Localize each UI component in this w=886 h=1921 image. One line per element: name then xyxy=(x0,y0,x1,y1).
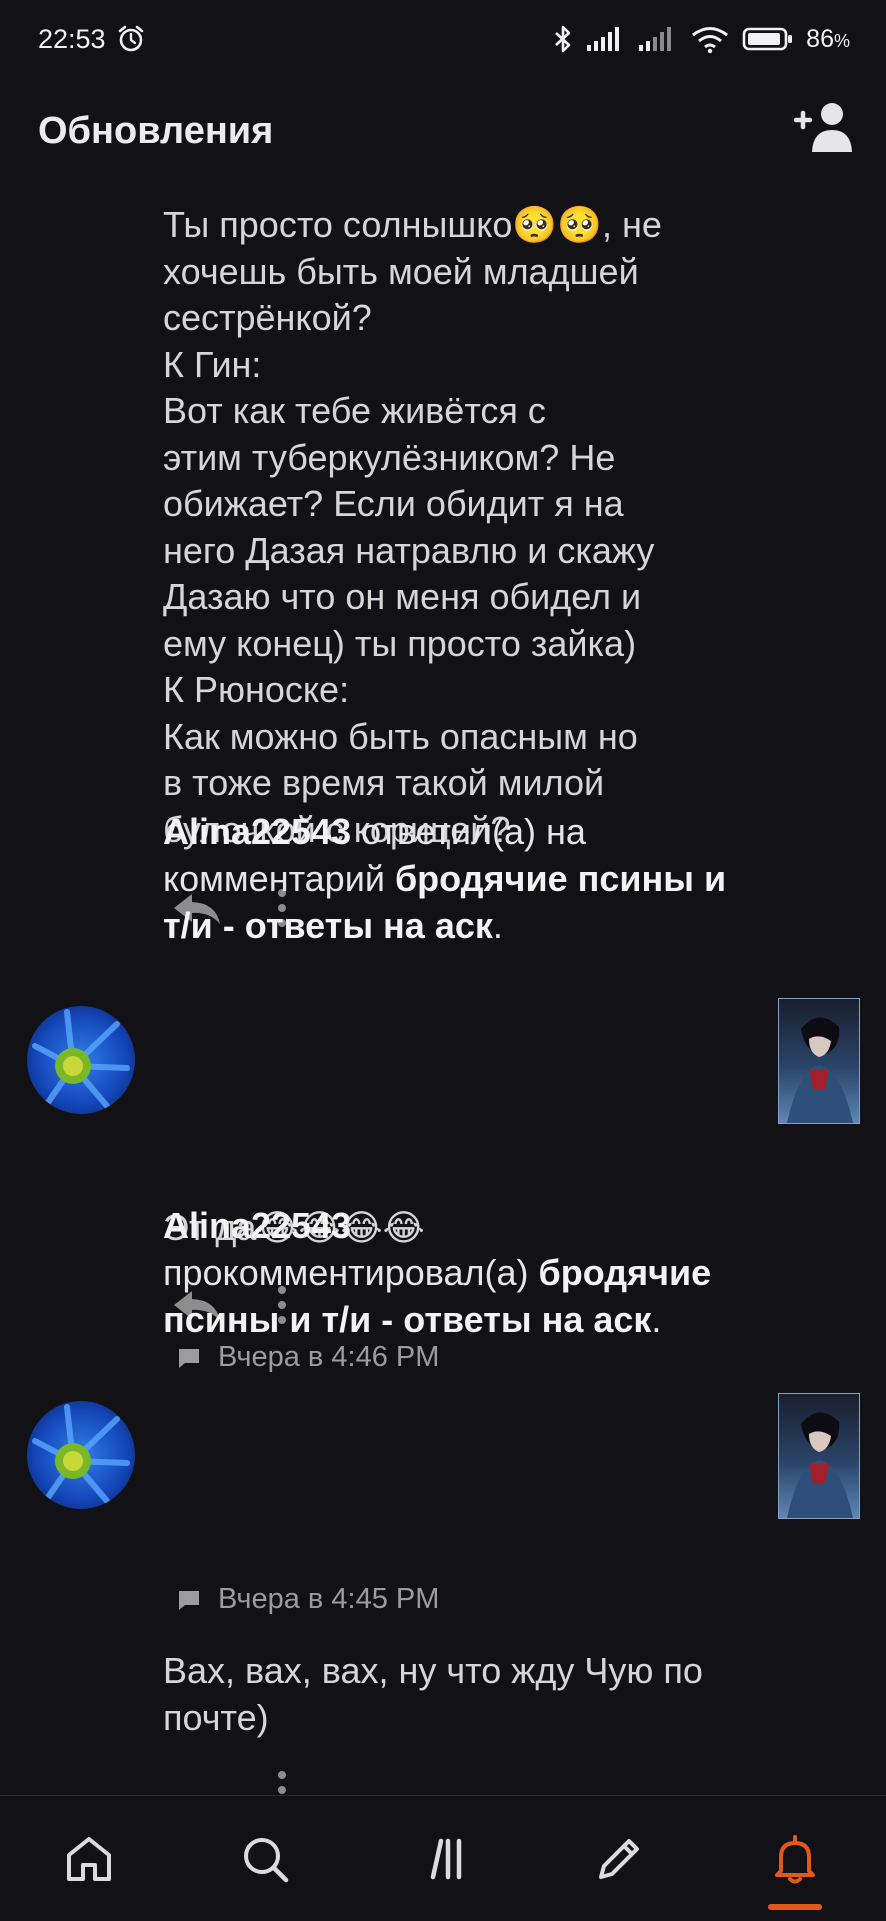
avatar[interactable] xyxy=(27,1006,135,1114)
story-thumbnail[interactable] xyxy=(778,998,860,1124)
nav-notifications[interactable] xyxy=(760,1824,830,1894)
nav-library[interactable] xyxy=(410,1824,480,1894)
timestamp: Вчера в 4:45 PM xyxy=(218,1583,440,1615)
comment-icon xyxy=(179,1348,199,1368)
nav-write[interactable] xyxy=(584,1824,654,1894)
library-icon xyxy=(430,1838,462,1880)
notification-action: прокомментировал(а) xyxy=(163,1252,539,1293)
more-options-icon[interactable] xyxy=(270,1768,294,1795)
page-title: Обновления xyxy=(38,110,274,152)
comment-text: Вах, вах, вах, ну что жду Чую по почте) xyxy=(163,1650,703,1738)
wifi-icon xyxy=(692,27,729,54)
comment-text: Ты просто солнышко🥺🥺, не хочешь быть мое… xyxy=(163,204,662,850)
active-tab-indicator xyxy=(768,1904,822,1910)
bluetooth-icon xyxy=(555,25,571,53)
notification-header[interactable]: Alina22543 прокомментировал(а) бродячие … xyxy=(163,1202,763,1343)
home-icon xyxy=(67,1837,111,1881)
signal-icon-2 xyxy=(639,27,672,51)
user-name[interactable]: Alina22543 xyxy=(163,1205,351,1246)
notifications-feed[interactable]: Ты просто солнышко🥺🥺, не хочешь быть мое… xyxy=(0,190,886,1795)
timestamp: Вчера в 4:46 PM xyxy=(218,1341,440,1373)
avatar[interactable] xyxy=(27,1401,135,1509)
notifications-icon xyxy=(775,1835,815,1884)
status-bar: 22:53 86% xyxy=(0,0,886,84)
status-time: 22:53 xyxy=(38,24,106,54)
comment-actions xyxy=(165,1766,315,1795)
signal-icon xyxy=(587,27,620,51)
write-icon xyxy=(599,1839,639,1879)
nav-search[interactable] xyxy=(230,1824,300,1894)
notification-meta: Вчера в 4:46 PM xyxy=(178,1341,439,1374)
add-user-icon[interactable] xyxy=(792,100,856,156)
story-thumbnail[interactable] xyxy=(778,1393,860,1519)
app-header: Обновления xyxy=(0,96,886,168)
notification-header[interactable]: Alina22543 ответил(а) на комментарий бро… xyxy=(163,808,763,949)
alarm-icon xyxy=(118,25,144,52)
comment-icon xyxy=(179,1590,199,1610)
battery-icon xyxy=(742,27,793,51)
user-name[interactable]: Alina22543 xyxy=(163,811,351,852)
battery-percent: 86% xyxy=(806,24,850,53)
search-icon xyxy=(244,1838,289,1883)
notification-meta: Вчера в 4:45 PM xyxy=(178,1583,439,1616)
nav-home[interactable] xyxy=(54,1824,124,1894)
status-icons: 86% xyxy=(552,22,850,56)
bottom-nav xyxy=(0,1795,886,1921)
